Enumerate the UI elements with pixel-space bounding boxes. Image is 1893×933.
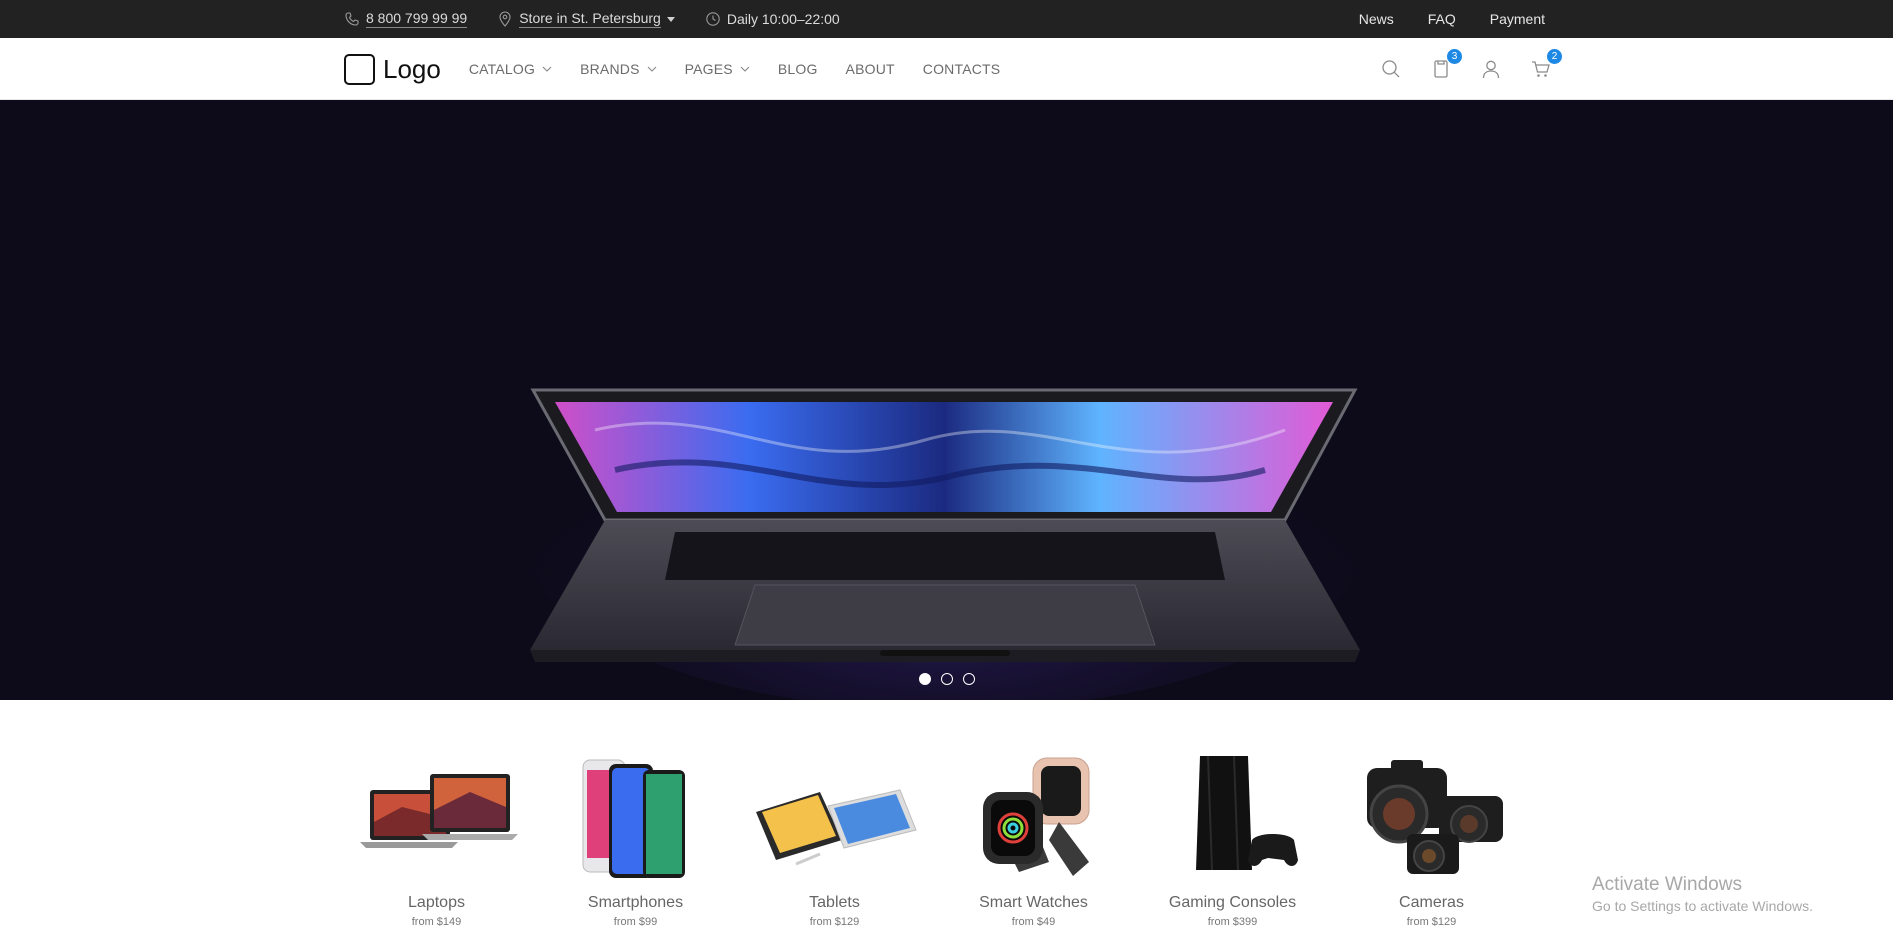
logo-mark [344, 53, 375, 85]
clock-icon [706, 12, 720, 26]
nav-contacts[interactable]: CONTACTS [923, 61, 1001, 77]
nav-catalog[interactable]: CATALOG [469, 61, 552, 77]
nav-catalog-label: CATALOG [468, 61, 536, 77]
caret-down-icon [666, 16, 675, 22]
category-smart-watches[interactable]: Smart Watches from $49 [941, 700, 1126, 933]
store-name: Store in St. Petersburg [519, 10, 661, 28]
chevron-down-icon [542, 66, 552, 72]
category-name: Tablets [809, 894, 860, 911]
search-icon [1382, 60, 1400, 78]
watermark-title: Activate Windows [1592, 874, 1742, 895]
logo[interactable]: Logo [344, 53, 441, 85]
hero-laptop-image [525, 370, 1365, 700]
location-pin-icon [499, 11, 511, 27]
chevron-down-icon [647, 66, 657, 72]
slider-dot[interactable] [918, 673, 931, 685]
nav-about[interactable]: ABOUT [846, 61, 895, 77]
nav-pages[interactable]: PAGES [685, 61, 750, 77]
slider-dot[interactable] [962, 673, 975, 685]
smartphones-image [582, 759, 685, 878]
compare-count-badge: 3 [1446, 48, 1463, 65]
nav-brands-label: BRANDS [580, 61, 640, 77]
category-name: Smart Watches [979, 894, 1088, 911]
search-button[interactable] [1379, 57, 1403, 81]
laptops-image [359, 774, 518, 848]
nav-brands[interactable]: BRANDS [580, 61, 657, 77]
category-price: from $149 [411, 916, 462, 928]
category-tablets[interactable]: Tablets from $129 [742, 700, 927, 933]
category-cameras[interactable]: Cameras from $129 [1339, 700, 1524, 933]
category-name: Gaming Consoles [1168, 894, 1297, 911]
chevron-down-icon [740, 66, 750, 72]
category-name: Cameras [1399, 894, 1464, 911]
account-button[interactable] [1479, 57, 1503, 81]
gaming-consoles-image [1195, 755, 1298, 871]
payment-link[interactable]: Payment [1490, 11, 1545, 27]
category-price: from $399 [1207, 916, 1258, 928]
category-price: from $129 [1406, 916, 1457, 928]
top-bar: 8 800 799 99 99 Store in St. Petersburg … [0, 0, 1893, 38]
nav-about-label: ABOUT [845, 61, 895, 77]
watermark-subtitle: Go to Settings to activate Windows. [1592, 898, 1813, 914]
nav-contacts-label: CONTACTS [922, 61, 1001, 77]
category-price: from $49 [1011, 916, 1056, 928]
news-link[interactable]: News [1359, 11, 1394, 27]
hours-text: Daily 10:00–22:00 [726, 11, 840, 27]
compare-button[interactable]: 3 [1429, 48, 1463, 81]
logo-text: Logo [383, 53, 441, 84]
category-name: Laptops [408, 894, 465, 911]
tablets-image [755, 789, 917, 866]
slider-dot[interactable] [940, 673, 953, 685]
slider-dots [0, 673, 1893, 685]
nav-blog-label: BLOG [777, 61, 818, 77]
cart-button[interactable]: 2 [1529, 48, 1563, 81]
category-price: from $129 [809, 916, 860, 928]
category-gaming-consoles[interactable]: Gaming Consoles from $399 [1140, 700, 1325, 933]
opening-hours: Daily 10:00–22:00 [705, 11, 840, 27]
cart-count-badge: 2 [1546, 48, 1563, 65]
phone-icon [345, 12, 359, 26]
main-nav: CATALOG BRANDS PAGES BLOG ABOUT CONTACTS [469, 61, 1029, 77]
nav-blog[interactable]: BLOG [778, 61, 818, 77]
category-name: Smartphones [587, 894, 684, 911]
category-price: from $99 [613, 916, 658, 928]
smart-watches-image [982, 757, 1089, 876]
category-laptops[interactable]: Laptops from $149 [344, 700, 529, 933]
category-smartphones[interactable]: Smartphones from $99 [543, 700, 728, 933]
main-header: Logo CATALOG BRANDS PAGES BLOG ABOUT CON… [0, 38, 1893, 100]
cameras-image [1366, 760, 1503, 874]
nav-pages-label: PAGES [684, 61, 733, 77]
user-icon [1482, 60, 1500, 79]
activate-windows-watermark: Activate Windows Go to Settings to activ… [1592, 874, 1813, 914]
hero-slider[interactable] [0, 100, 1893, 700]
category-list: Laptops from $149 Smartphones from $99 T… [344, 700, 1524, 933]
store-selector[interactable]: Store in St. Petersburg [497, 10, 675, 28]
phone-number: 8 800 799 99 99 [366, 10, 468, 28]
phone-link[interactable]: 8 800 799 99 99 [344, 10, 468, 28]
faq-link[interactable]: FAQ [1428, 11, 1456, 27]
